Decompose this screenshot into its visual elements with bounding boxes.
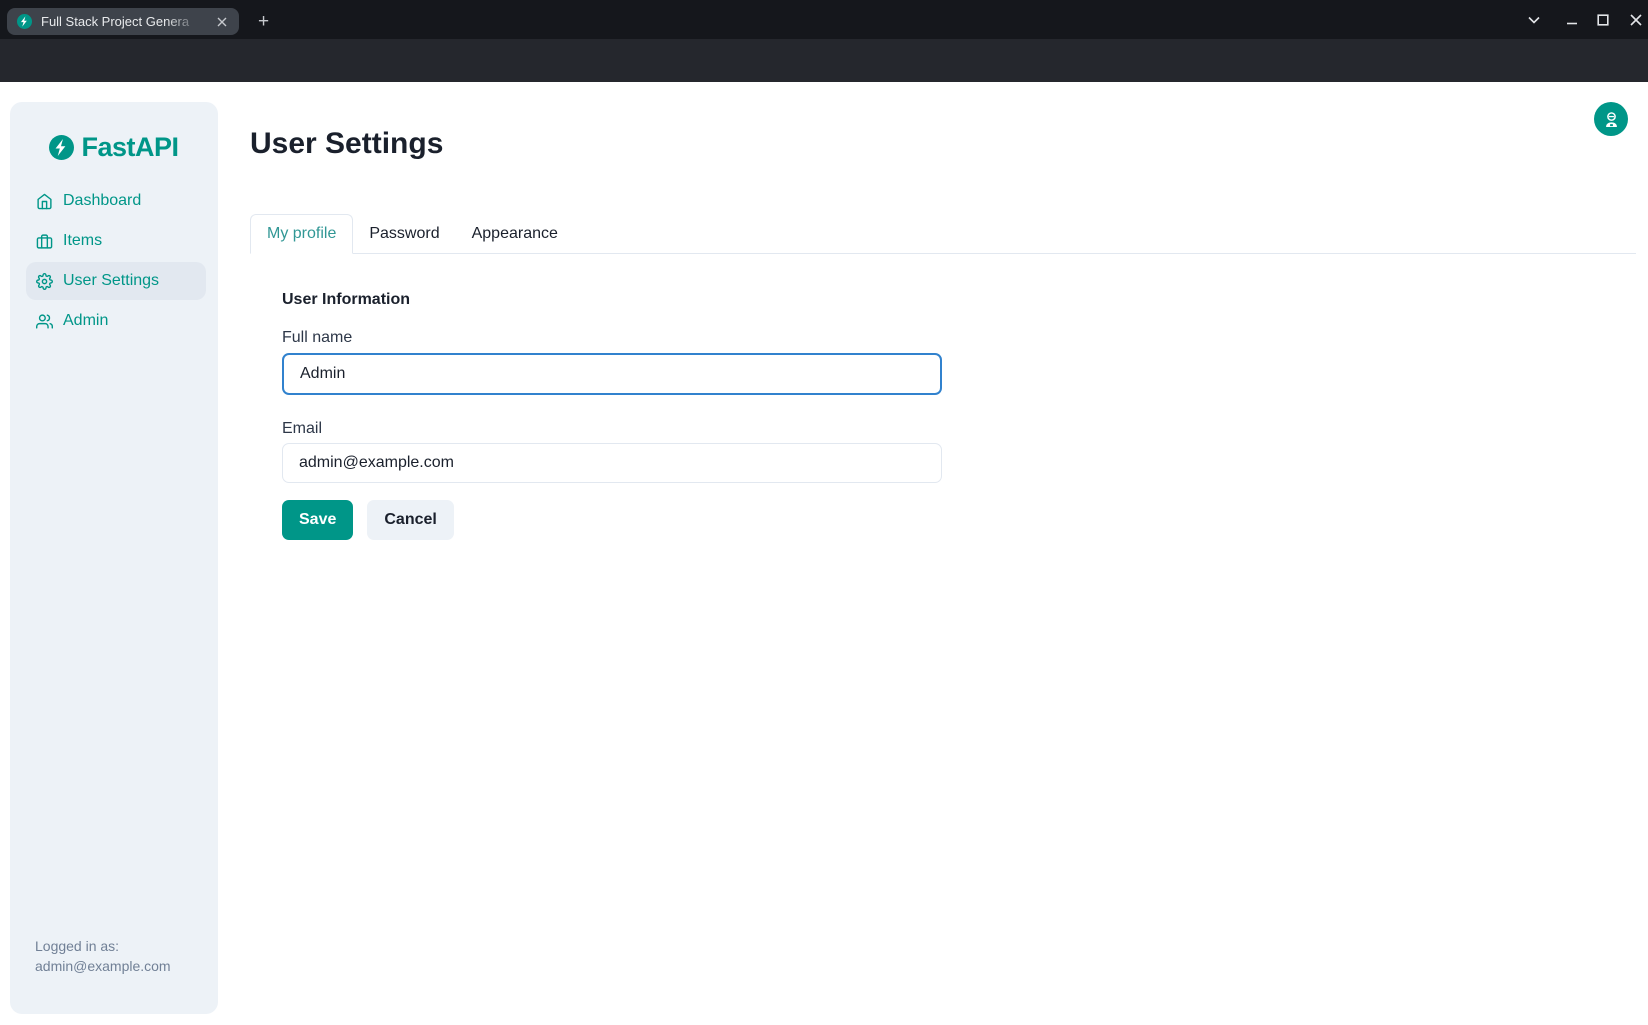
browser-tab-strip: Full Stack Project Genera + <box>0 0 1648 39</box>
tab-search-chevron-icon[interactable] <box>1519 0 1549 39</box>
section-title: User Information <box>282 289 942 310</box>
settings-tabs: My profile Password Appearance <box>250 214 1636 254</box>
email-label: Email <box>282 417 942 441</box>
browser-window: Full Stack Project Genera + localhost/se… <box>0 0 1648 1025</box>
email-input[interactable] <box>282 443 942 483</box>
app-page: FastAPI Dashboard Items User Settings <box>0 82 1648 1025</box>
user-menu-avatar-button[interactable] <box>1594 102 1628 136</box>
user-information-form: User Information Full name Email Save Ca… <box>282 289 942 540</box>
window-maximize-button[interactable] <box>1588 0 1618 39</box>
users-icon <box>36 313 53 330</box>
save-button[interactable]: Save <box>282 500 353 540</box>
tab-appearance[interactable]: Appearance <box>456 214 574 253</box>
astronaut-user-icon <box>1602 110 1621 129</box>
logged-in-email: admin@example.com <box>35 956 171 976</box>
sidebar-item-label: User Settings <box>63 272 159 290</box>
browser-tab[interactable]: Full Stack Project Genera <box>7 8 239 35</box>
tab-password[interactable]: Password <box>353 214 455 253</box>
tab-title: Full Stack Project Genera <box>41 14 201 29</box>
sidebar-item-label: Items <box>63 232 102 250</box>
tab-close-icon[interactable] <box>213 13 231 31</box>
page-title: User Settings <box>250 126 443 162</box>
fastapi-favicon-icon <box>17 14 32 29</box>
window-minimize-button[interactable] <box>1557 0 1587 39</box>
sidebar-footer: Logged in as: admin@example.com <box>35 936 171 976</box>
logged-in-as-label: Logged in as: <box>35 936 171 956</box>
sidebar-item-admin[interactable]: Admin <box>26 302 206 340</box>
form-actions: Save Cancel <box>282 500 942 540</box>
sidebar-nav: Dashboard Items User Settings Admin <box>10 182 218 342</box>
logo-text: FastAPI <box>81 132 178 163</box>
gear-icon <box>36 273 53 290</box>
sidebar: FastAPI Dashboard Items User Settings <box>10 102 218 1014</box>
briefcase-icon <box>36 233 53 250</box>
window-close-button[interactable] <box>1621 0 1648 39</box>
tab-my-profile[interactable]: My profile <box>250 214 353 254</box>
home-icon <box>36 193 53 210</box>
fastapi-logo-icon <box>49 135 74 160</box>
sidebar-item-items[interactable]: Items <box>26 222 206 260</box>
full-name-label: Full name <box>282 326 942 350</box>
sidebar-item-dashboard[interactable]: Dashboard <box>26 182 206 220</box>
fastapi-logo: FastAPI <box>10 132 218 163</box>
sidebar-item-user-settings[interactable]: User Settings <box>26 262 206 300</box>
new-tab-button[interactable]: + <box>251 9 276 34</box>
browser-toolbar: localhost/settings 1 <box>0 39 1648 82</box>
cancel-button[interactable]: Cancel <box>367 500 453 540</box>
sidebar-item-label: Admin <box>63 312 108 330</box>
sidebar-item-label: Dashboard <box>63 192 141 210</box>
full-name-input[interactable] <box>282 353 942 395</box>
